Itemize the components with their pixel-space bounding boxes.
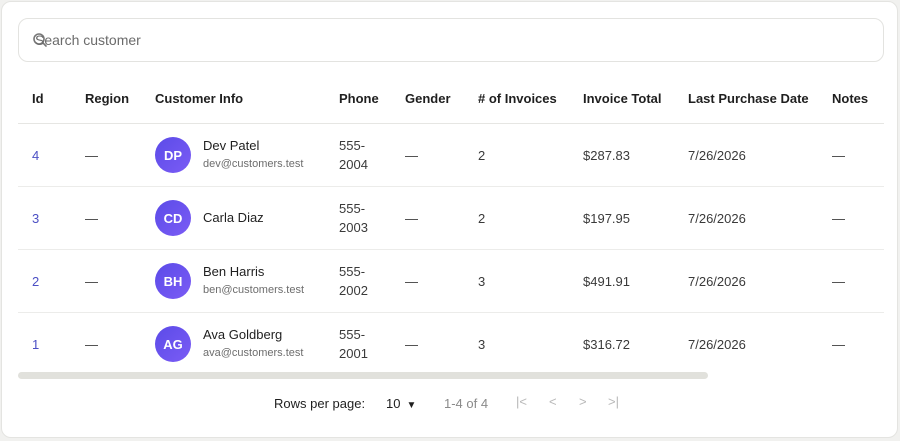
cell-notes: — <box>832 123 884 187</box>
column-header-gender[interactable]: Gender <box>405 74 478 124</box>
customer-email: ava@customers.test <box>203 347 304 359</box>
cell-invoices: 3 <box>478 336 486 352</box>
cell-invoice-total: $197.95 <box>583 186 688 250</box>
chevron-down-icon: ▼ <box>406 400 417 411</box>
cell-invoices: 2 <box>478 123 583 187</box>
table-header-row: Id Region Customer Info Phone Gender # o… <box>18 74 884 124</box>
column-header-invoice-total[interactable]: Invoice Total <box>583 74 688 124</box>
avatar: CD <box>155 200 191 236</box>
customer-name: Ben Harris <box>203 264 265 279</box>
phone-text: 555-2001 <box>339 327 368 361</box>
column-header-id[interactable]: Id <box>18 74 85 124</box>
cell-region: — <box>85 186 155 250</box>
previous-page-button[interactable]: < <box>549 394 557 409</box>
cell-id[interactable]: 4 <box>18 123 85 187</box>
cell-last-purchase-date: 7/26/2026 <box>688 336 746 352</box>
cell-last-purchase-date: 7/26/2026 <box>688 249 832 313</box>
next-page-button[interactable]: > <box>579 394 587 409</box>
cell-region: — <box>85 123 155 187</box>
pagination-range: 1-4 of 4 <box>444 396 489 411</box>
column-header-invoices[interactable]: # of Invoices <box>478 74 583 124</box>
cell-phone: 555-2001 <box>339 313 405 373</box>
pagination-bar: Rows per page: 10 ▼ 1-4 of 4 |< < > >| <box>2 390 897 416</box>
cell-invoice-total: $287.83 <box>583 123 688 187</box>
column-header-last-purchase-date[interactable]: Last Purchase Date <box>688 74 832 124</box>
cell-notes: — <box>832 186 884 250</box>
column-header-phone[interactable]: Phone <box>339 74 405 124</box>
table-row[interactable]: 3 — CD Carla Diaz 555-2003 — 2 $197.95 7… <box>18 186 884 250</box>
cell-phone: 555-2004 <box>339 123 405 187</box>
search-box[interactable] <box>18 18 884 62</box>
cell-invoices: 2 <box>478 186 583 250</box>
cell-invoice-total: $491.91 <box>583 249 688 313</box>
cell-region: — <box>85 249 155 313</box>
last-page-button[interactable]: >| <box>608 394 619 409</box>
rows-per-page-select[interactable]: 10 ▼ <box>386 396 416 411</box>
cell-last-purchase-date: 7/26/2026 <box>688 186 832 250</box>
column-header-notes[interactable]: Notes <box>832 74 884 124</box>
search-input[interactable] <box>35 19 865 61</box>
first-page-button[interactable]: |< <box>516 394 527 409</box>
cell-gender: — <box>405 123 478 187</box>
rows-per-page-label: Rows per page: <box>274 396 366 411</box>
customer-table: Id Region Customer Info Phone Gender # o… <box>18 74 884 372</box>
phone-text: 555-2002 <box>339 264 368 298</box>
horizontal-scrollbar[interactable] <box>18 372 708 379</box>
customer-table-card: Id Region Customer Info Phone Gender # o… <box>1 1 898 438</box>
cell-phone: 555-2003 <box>339 186 405 250</box>
customer-table-scroll[interactable]: Id Region Customer Info Phone Gender # o… <box>18 74 884 372</box>
customer-name: Dev Patel <box>203 138 260 153</box>
cell-customer-info: BH Ben Harris ben@customers.test <box>155 249 339 313</box>
cell-gender: — <box>405 186 478 250</box>
cell-gender: — <box>405 336 418 352</box>
table-row[interactable]: 1 — AG Ava Goldberg ava@customers.test 5… <box>18 313 884 373</box>
avatar: AG <box>155 326 191 362</box>
phone-text: 555-2004 <box>339 138 368 172</box>
customer-email: dev@customers.test <box>203 158 304 170</box>
phone-text: 555-2003 <box>339 201 368 235</box>
cell-notes: — <box>832 249 884 313</box>
cell-gender: — <box>405 249 478 313</box>
column-header-region[interactable]: Region <box>85 74 155 124</box>
customer-name: Carla Diaz <box>203 210 264 225</box>
avatar: BH <box>155 263 191 299</box>
cell-last-purchase-date: 7/26/2026 <box>688 123 832 187</box>
cell-phone: 555-2002 <box>339 249 405 313</box>
column-header-customer-info[interactable]: Customer Info <box>155 74 339 124</box>
cell-customer-info: DP Dev Patel dev@customers.test <box>155 123 339 187</box>
cell-notes: — <box>832 336 845 352</box>
cell-customer-info: CD Carla Diaz <box>155 186 339 250</box>
avatar: DP <box>155 137 191 173</box>
cell-region: — <box>85 336 98 352</box>
table-row[interactable]: 4 — DP Dev Patel dev@customers.test 555-… <box>18 123 884 187</box>
cell-id[interactable]: 2 <box>18 249 85 313</box>
rows-per-page-value: 10 <box>386 396 401 411</box>
cell-id[interactable]: 1 <box>18 313 85 373</box>
customer-name: Ava Goldberg <box>203 327 283 342</box>
table-row[interactable]: 2 — BH Ben Harris ben@customers.test 555… <box>18 249 884 313</box>
cell-customer-info: AG Ava Goldberg ava@customers.test <box>155 313 339 373</box>
cell-invoice-total: $316.72 <box>583 336 630 352</box>
cell-id[interactable]: 3 <box>18 186 85 250</box>
customer-email: ben@customers.test <box>203 284 305 296</box>
cell-invoices: 3 <box>478 249 583 313</box>
